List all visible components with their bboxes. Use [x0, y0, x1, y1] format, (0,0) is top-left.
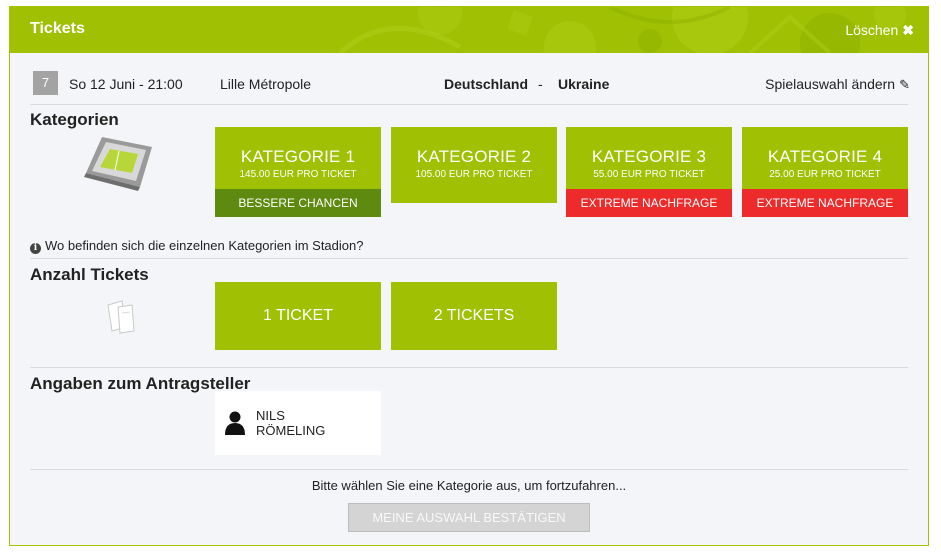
category-info-link[interactable]: i Wo befinden sich die einzelnen Kategori…	[30, 238, 363, 254]
ticket-panel: Tickets Löschen ✖ 7 So 12 Juni - 21:00 Li…	[9, 6, 929, 546]
category-2-card[interactable]: KATEGORIE 2 105.00 EUR PRO TICKET	[391, 127, 557, 203]
team-separator: -	[538, 76, 543, 92]
match-date: So 12 Juni - 21:00	[69, 76, 183, 92]
change-match-link[interactable]: Spielauswahl ändern ✎	[765, 76, 910, 93]
category-price: 145.00 EUR PRO TICKET	[239, 169, 357, 180]
info-icon: i	[30, 243, 41, 254]
divider	[30, 104, 908, 105]
category-badge: EXTREME NACHFRAGE	[742, 189, 908, 217]
divider	[30, 469, 908, 470]
category-3-card[interactable]: KATEGORIE 3 55.00 EUR PRO TICKET EXTREME…	[566, 127, 732, 217]
match-venue: Lille Métropole	[220, 76, 312, 92]
clear-label: Löschen	[845, 22, 899, 38]
clear-button[interactable]: Löschen ✖	[845, 22, 914, 39]
ticket-count-1-button[interactable]: 1 TICKET	[215, 282, 381, 350]
ticket-count-2-button[interactable]: 2 TICKETS	[391, 282, 557, 350]
panel-title: Tickets	[30, 20, 85, 37]
applicant-last-name: RÖMELING	[256, 423, 326, 438]
divider	[30, 367, 908, 368]
change-match-label: Spielauswahl ändern	[765, 76, 896, 92]
category-price: 105.00 EUR PRO TICKET	[415, 169, 533, 180]
close-icon: ✖	[902, 22, 914, 38]
category-name: KATEGORIE 1	[240, 147, 356, 166]
panel-header: Tickets Löschen ✖	[10, 7, 928, 53]
categories-heading: Kategorien	[30, 110, 119, 129]
team-away: Ukraine	[558, 76, 610, 92]
category-badge: BESSERE CHANCEN	[215, 189, 381, 217]
selection-hint: Bitte wählen Sie eine Kategorie aus, um …	[311, 478, 627, 493]
header-decoration	[338, 7, 906, 53]
team-home: Deutschland	[444, 76, 529, 92]
applicant-card[interactable]: NILS RÖMELING	[215, 391, 381, 455]
category-1-card[interactable]: KATEGORIE 1 145.00 EUR PRO TICKET BESSER…	[215, 127, 381, 217]
applicant-name: NILS RÖMELING	[256, 408, 366, 438]
category-price: 55.00 EUR PRO TICKET	[593, 169, 705, 180]
tickets-icon	[107, 300, 135, 334]
confirm-selection-button[interactable]: MEINE AUSWAHL BESTÄTIGEN	[348, 503, 590, 532]
stadium-icon	[84, 137, 152, 191]
divider	[30, 258, 908, 259]
category-price: 25.00 EUR PRO TICKET	[769, 169, 881, 180]
applicant-first-name: NILS	[256, 408, 285, 423]
user-icon	[225, 411, 245, 435]
category-name: KATEGORIE 3	[591, 147, 707, 166]
category-info-text: Wo befinden sich die einzelnen Kategorie…	[45, 238, 364, 253]
tickets-heading: Anzahl Tickets	[30, 265, 149, 284]
pencil-icon: ✎	[899, 77, 910, 92]
category-4-card[interactable]: KATEGORIE 4 25.00 EUR PRO TICKET EXTREME…	[742, 127, 908, 217]
category-badge: EXTREME NACHFRAGE	[566, 189, 732, 217]
category-name: KATEGORIE 4	[767, 147, 883, 166]
category-name: KATEGORIE 2	[416, 147, 532, 166]
day-badge: 7	[33, 71, 58, 95]
match-info: 7 So 12 Juni - 21:00 Lille Métropole Deu…	[30, 71, 910, 97]
